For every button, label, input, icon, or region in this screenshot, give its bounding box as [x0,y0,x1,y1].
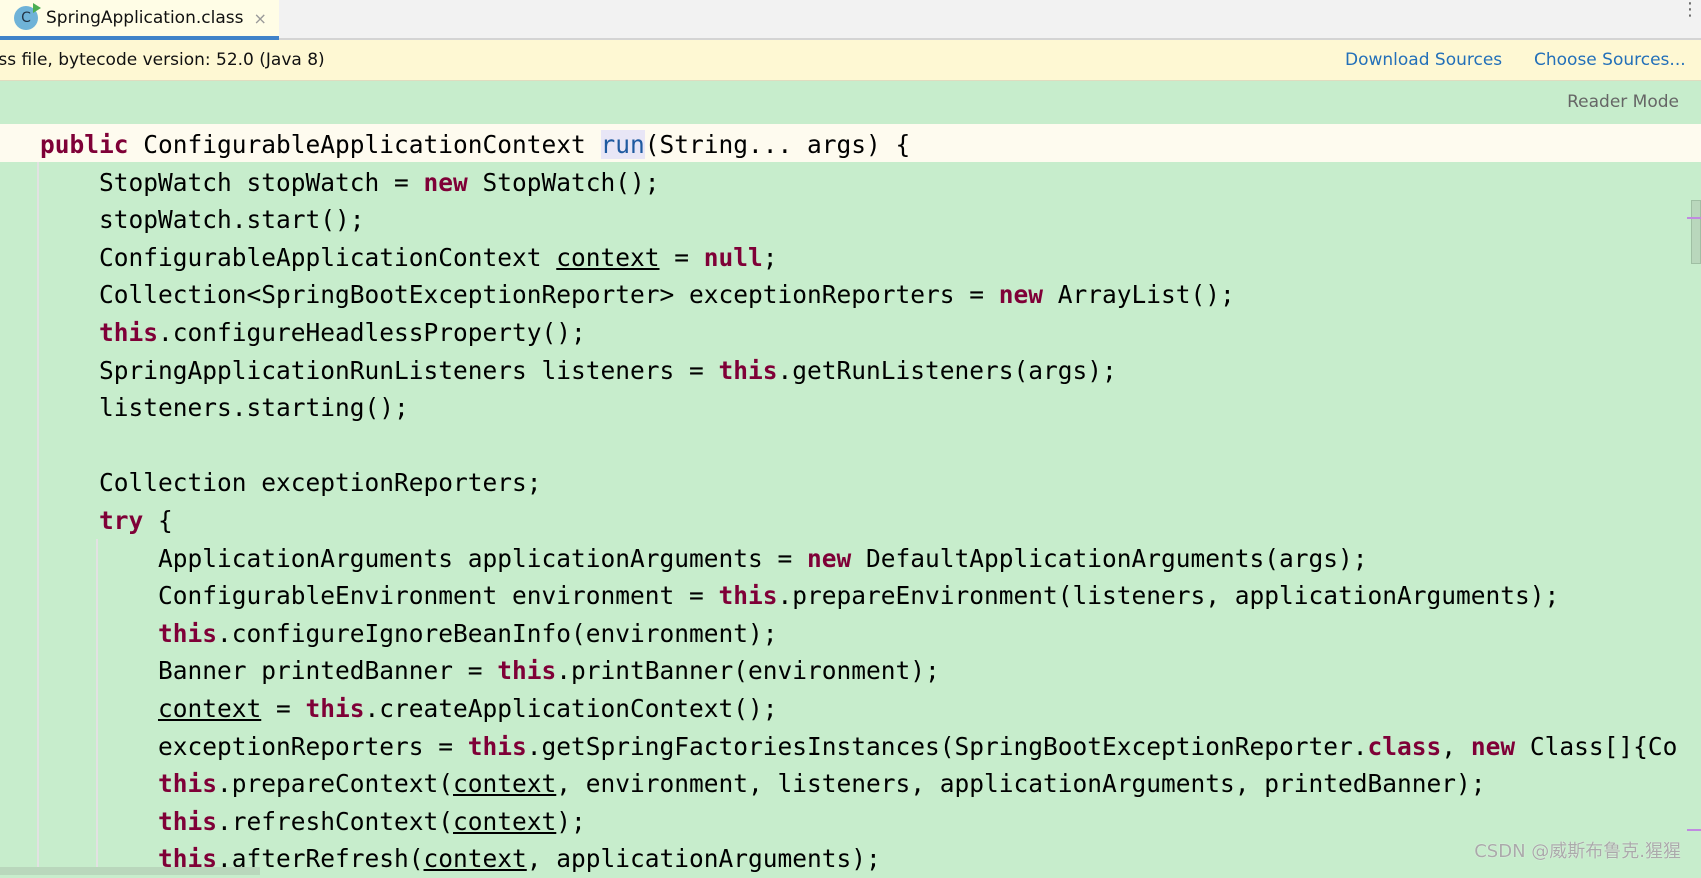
code-line: Collection exceptionReporters; [40,464,1677,502]
code-token: Collection exceptionReporters; [98,468,542,498]
code-token: .printBanner(environment); [556,656,940,686]
keyword-token: this [157,769,217,799]
keyword-token: new [998,280,1044,310]
keyword-token: this [718,355,778,385]
code-token: { [143,505,173,535]
code-token: , environment, listeners, applicationArg… [556,769,1486,799]
code-token: StopWatch stopWatch = [98,167,424,197]
code-token: listeners.starting(); [98,393,409,423]
code-token: , [1441,731,1471,761]
code-line: Banner printedBanner = this.printBanner(… [40,652,1677,690]
code-token: .prepareContext( [217,769,454,799]
code-token: .configureHeadlessProperty(); [158,317,586,347]
keyword-token: this [157,806,217,836]
keyword-token: this [718,581,778,611]
code-line: context = this.createApplicationContext(… [40,690,1677,728]
code-token: .refreshContext( [217,806,454,836]
keyword-token: try [98,505,144,535]
code-line: this.configureHeadlessProperty(); [40,314,1677,352]
keyword-token: new [1470,731,1516,761]
code-line: ConfigurableEnvironment environment = th… [40,577,1677,615]
code-line: StopWatch stopWatch = new StopWatch(); [40,164,1677,202]
code-line: ConfigurableApplicationContext context =… [40,239,1677,277]
code-token: SpringApplicationRunListeners listeners … [98,355,719,385]
code-line: this.afterRefresh(context, applicationAr… [40,840,1677,878]
code-token: .createApplicationContext(); [364,693,778,723]
keyword-token: this [157,618,217,648]
code-editor[interactable]: public ConfigurableApplicationContext ru… [40,126,1677,878]
code-line: listeners.starting(); [40,389,1677,427]
decompiled-notice-bar: ass file, bytecode version: 52.0 (Java 8… [0,40,1701,81]
code-token: = [261,693,306,723]
variable-token: context [423,844,527,874]
reader-mode-button[interactable]: Reader Mode [1567,92,1679,112]
code-token: Banner printedBanner = [157,656,498,686]
code-token: stopWatch.start(); [98,205,365,235]
code-line: SpringApplicationRunListeners listeners … [40,352,1677,390]
tab-label: SpringApplication.class [46,8,244,28]
variable-token: context [157,693,262,723]
keyword-token: class [1367,731,1442,761]
keyword-token: this [305,693,365,723]
code-token: ArrayList(); [1043,280,1235,310]
code-token: ConfigurableApplicationContext [98,242,557,272]
code-line: try { [40,502,1677,540]
code-token: DefaultApplicationArguments(args); [851,543,1368,573]
code-token: StopWatch(); [467,167,660,197]
error-stripe-mark[interactable] [1687,829,1701,831]
code-token: ApplicationArguments applicationArgument… [157,543,807,573]
indent-guide [37,162,39,875]
keyword-token: null [703,242,763,272]
code-line: this.configureIgnoreBeanInfo(environment… [40,615,1677,653]
code-token: Class[]{Co [1515,731,1678,761]
code-token: exceptionReporters = [157,731,468,761]
code-line: this.refreshContext(context); [40,803,1677,841]
code-line: stopWatch.start(); [40,201,1677,239]
variable-token: context [453,769,557,799]
tab-spring-application-class[interactable]: C SpringApplication.class × [0,0,279,40]
vertical-scrollbar[interactable] [1691,200,1701,264]
close-icon[interactable]: × [253,9,266,28]
code-token: ); [556,806,586,836]
choose-sources-link[interactable]: Choose Sources... [1534,50,1686,70]
code-token: .getRunListeners(args); [777,355,1117,385]
code-line: exceptionReporters = this.getSpringFacto… [40,728,1677,766]
keyword-token: public [40,130,129,159]
code-line: public ConfigurableApplicationContext ru… [40,126,1677,164]
more-options-icon[interactable]: ⋮ [1681,1,1699,19]
code-token: Collection<SpringBootExceptionReporter> … [98,280,999,310]
keyword-token: this [467,731,527,761]
code-line: this.prepareContext(context, environment… [40,765,1677,803]
class-file-icon: C [14,3,41,30]
keyword-token: new [807,543,852,573]
variable-token: context [453,806,557,836]
keyword-token: new [423,167,468,197]
code-line: ApplicationArguments applicationArgument… [40,540,1677,578]
notice-message: ass file, bytecode version: 52.0 (Java 8… [0,50,325,70]
watermark: CSDN @威斯布鲁克.猩猩 [1474,841,1681,862]
horizontal-scrollbar[interactable] [0,867,260,875]
download-sources-link[interactable]: Download Sources [1345,50,1502,70]
keyword-token: this [98,317,158,347]
code-token: .getSpringFactoriesInstances(SpringBootE… [526,731,1368,761]
variable-token: context [556,242,660,272]
code-token: .prepareEnvironment(listeners, applicati… [777,581,1560,611]
error-stripe-mark[interactable] [1687,217,1701,219]
code-token: ; [762,242,778,272]
code-token: = [659,242,704,272]
keyword-token: this [497,656,557,686]
code-token: ConfigurableApplicationContext [128,130,601,159]
code-line: Collection<SpringBootExceptionReporter> … [40,276,1677,314]
code-token: ConfigurableEnvironment environment = [157,581,719,611]
code-token: , applicationArguments); [526,844,881,874]
code-token: (String... args) { [644,130,911,159]
method-name-token: run [600,130,645,159]
code-token: .configureIgnoreBeanInfo(environment); [217,618,778,648]
editor-tab-bar: C SpringApplication.class × ⋮ [0,0,1701,40]
